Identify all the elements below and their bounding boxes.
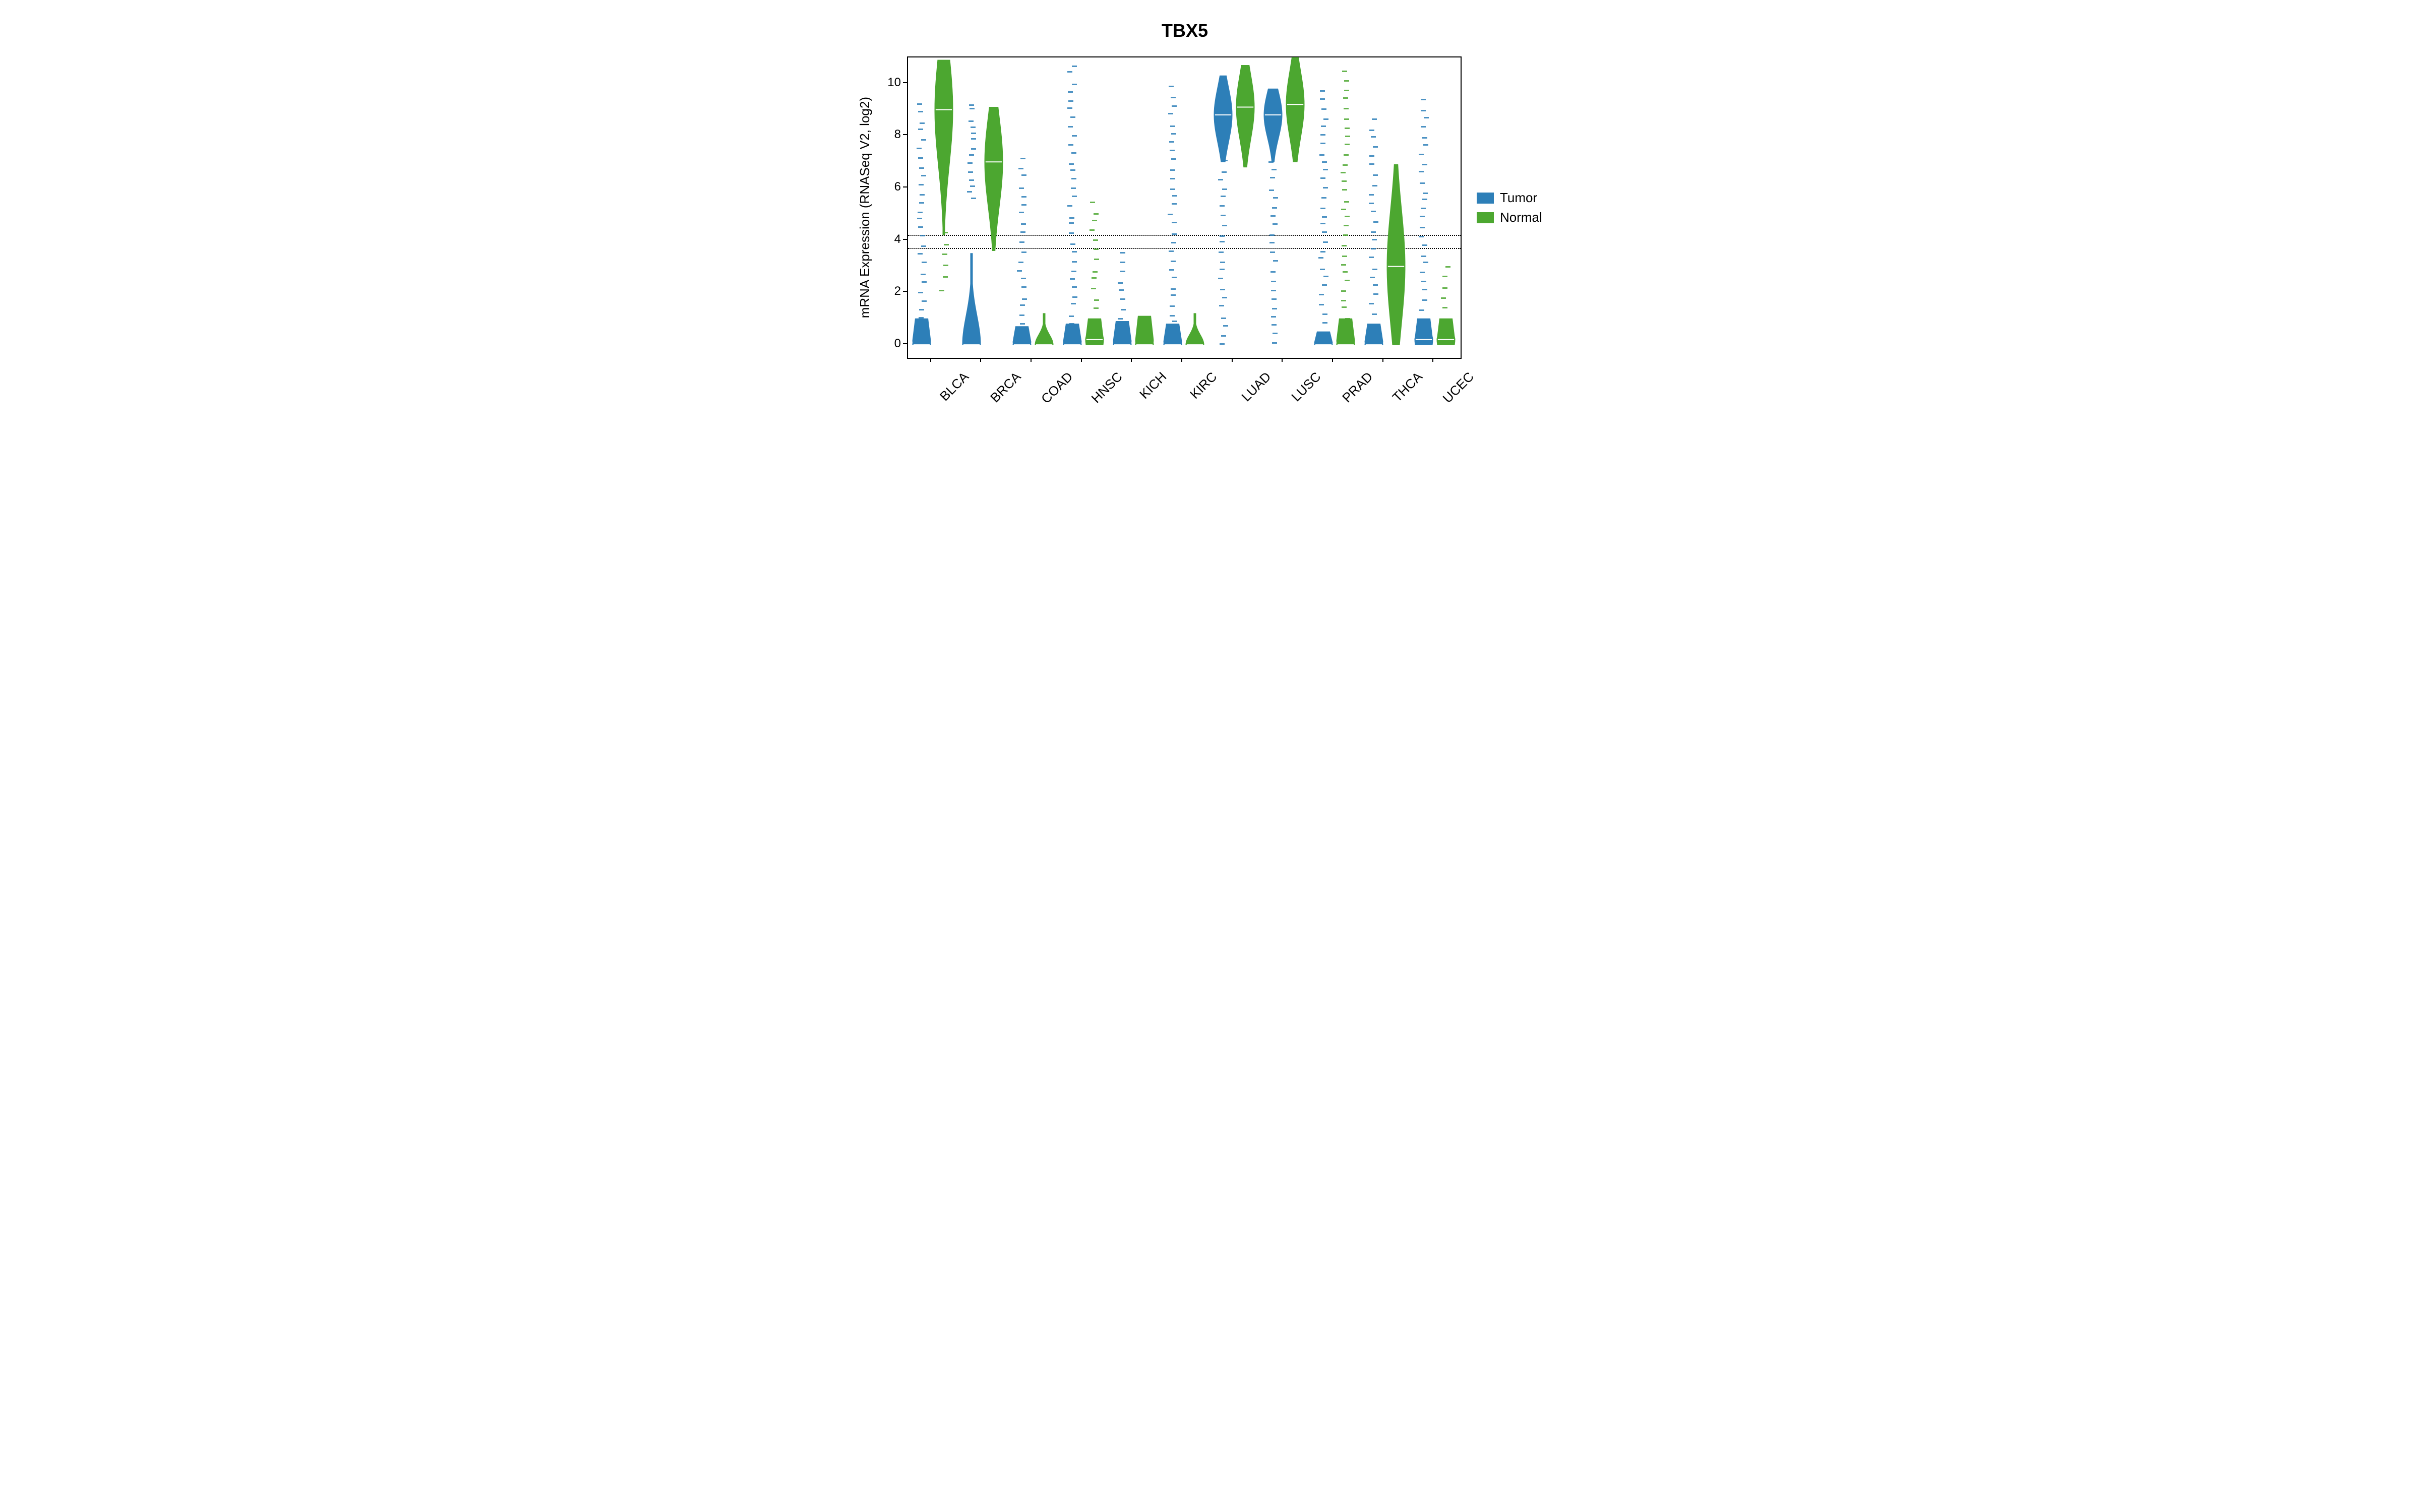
x-tick <box>1282 358 1283 362</box>
category-group <box>1262 57 1307 358</box>
violin <box>984 57 1004 358</box>
category-group <box>960 57 1006 358</box>
x-tick-label: KICH <box>1137 369 1170 402</box>
violin <box>1436 57 1456 358</box>
violin <box>1185 57 1205 358</box>
violin <box>1112 57 1132 358</box>
x-tick <box>980 358 981 362</box>
y-axis-label: mRNA Expression (RNASeq V2, log2) <box>857 97 873 318</box>
violin <box>1386 57 1406 358</box>
x-axis: BLCA BRCA COAD HNSC KICH KIRC LUAD LUSC PRAD THCA… <box>905 359 1458 414</box>
violin <box>1336 57 1356 358</box>
x-tick-label: LUAD <box>1238 369 1274 405</box>
category-group <box>1212 57 1257 358</box>
violin <box>1285 57 1305 358</box>
violin <box>1235 57 1255 358</box>
category-group <box>1061 57 1107 358</box>
x-tick <box>1131 358 1132 362</box>
legend: Tumor Normal <box>1477 186 1542 229</box>
violin <box>1012 57 1032 358</box>
x-tick <box>930 358 931 362</box>
legend-swatch-normal <box>1477 212 1494 223</box>
x-tick-label: BRCA <box>988 369 1024 406</box>
x-tick <box>1432 358 1433 362</box>
x-tick-label: COAD <box>1038 369 1076 407</box>
x-tick-label: BLCA <box>937 369 972 404</box>
violin <box>1364 57 1384 358</box>
legend-label-tumor: Tumor <box>1500 190 1537 206</box>
category-group <box>1111 57 1157 358</box>
x-tick <box>1232 358 1233 362</box>
violin <box>1034 57 1054 358</box>
x-tick-label: PRAD <box>1339 369 1376 406</box>
chart-title: TBX5 <box>807 20 1563 41</box>
violin <box>1414 57 1434 358</box>
violin <box>1263 57 1283 358</box>
x-tick-label: LUSC <box>1289 369 1324 405</box>
violin <box>934 57 954 358</box>
x-tick-label: UCEC <box>1440 369 1477 406</box>
x-tick-label: THCA <box>1389 369 1425 405</box>
violin <box>912 57 932 358</box>
legend-item-tumor: Tumor <box>1477 190 1542 206</box>
x-tick <box>1081 358 1082 362</box>
x-tick <box>1181 358 1182 362</box>
legend-swatch-tumor <box>1477 193 1494 204</box>
category-group <box>1312 57 1358 358</box>
x-tick <box>1332 358 1333 362</box>
category-group <box>1413 57 1458 358</box>
category-group <box>1162 57 1207 358</box>
x-tick <box>1382 358 1383 362</box>
violin <box>961 57 982 358</box>
legend-item-normal: Normal <box>1477 210 1542 225</box>
violin <box>1213 57 1233 358</box>
violin <box>1163 57 1183 358</box>
x-tick-label: KIRC <box>1187 369 1220 402</box>
category-group <box>1363 57 1408 358</box>
chart-container: TBX5 mRNA Expression (RNASeq V2, log2) 0… <box>857 20 1563 414</box>
plot-area <box>907 56 1462 359</box>
x-tick <box>1031 358 1032 362</box>
x-tick-label: HNSC <box>1088 369 1125 406</box>
violin <box>1134 57 1155 358</box>
y-axis: 0246810 <box>878 56 907 359</box>
violin <box>1313 57 1334 358</box>
category-group <box>1011 57 1056 358</box>
category-group <box>911 57 956 358</box>
legend-label-normal: Normal <box>1500 210 1542 225</box>
violin <box>1084 57 1105 358</box>
violin <box>1062 57 1082 358</box>
